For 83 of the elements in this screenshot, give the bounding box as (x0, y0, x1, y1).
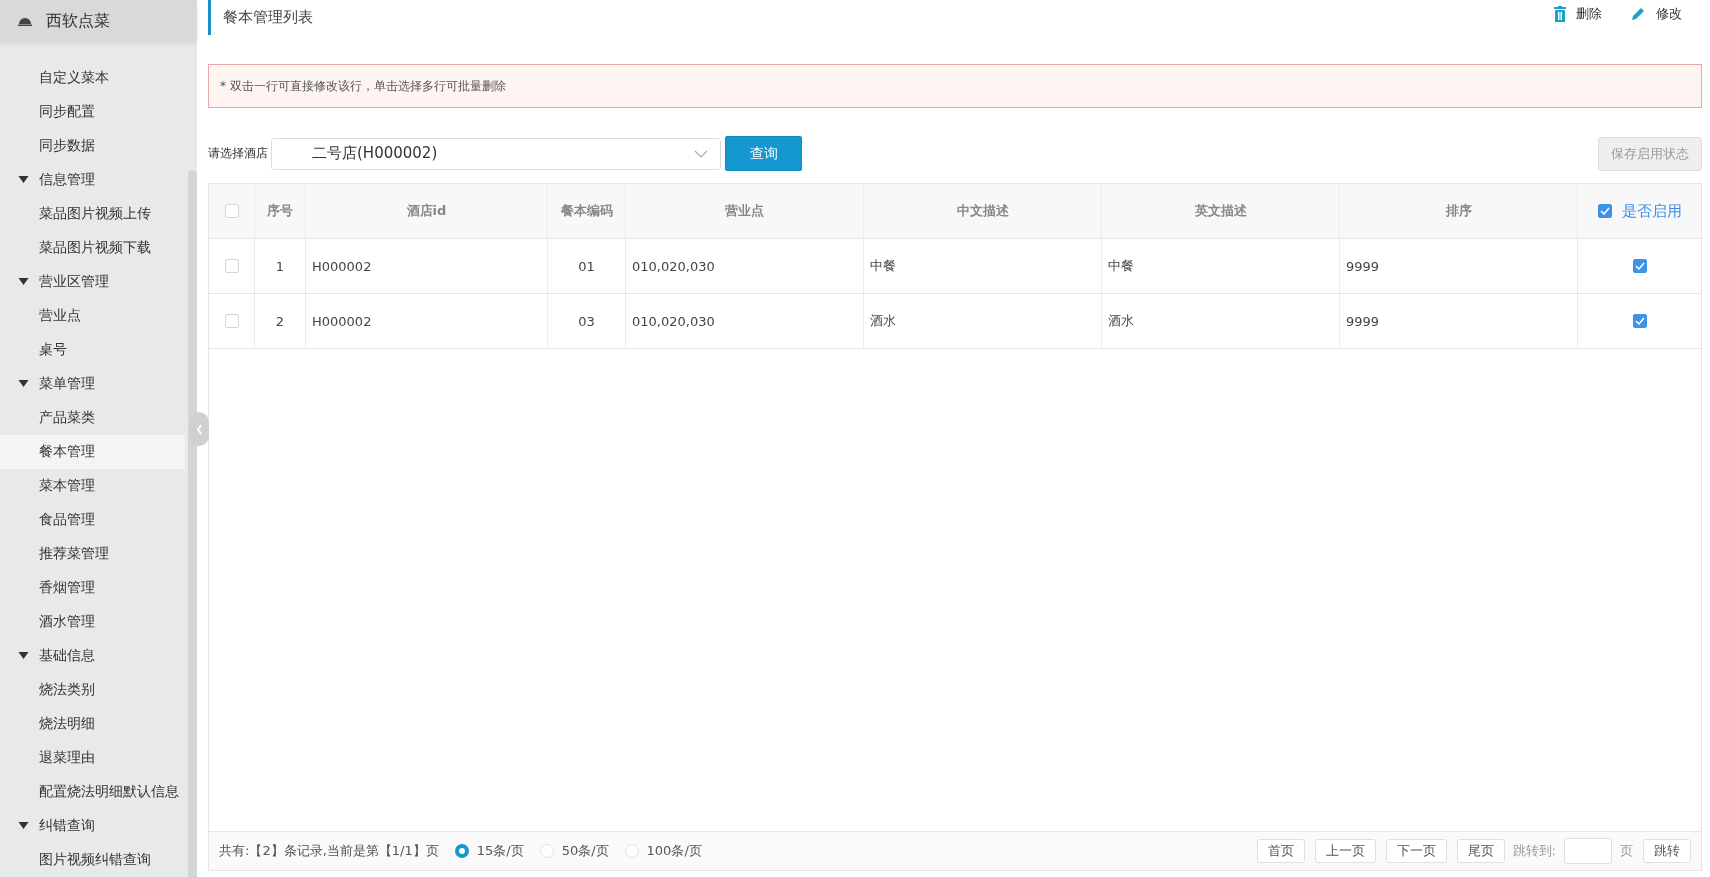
cloche-icon (18, 16, 32, 26)
row-checkbox[interactable] (224, 314, 239, 328)
hotel-label: 请选择酒店 (208, 145, 268, 162)
page-button[interactable]: 下一页 (1385, 839, 1447, 863)
table-cell: 酒水 (870, 312, 896, 330)
page-size-label[interactable]: 15条/页 (476, 842, 524, 860)
column-header: 是否启用 (1621, 201, 1682, 221)
menu-group[interactable]: 纠错查询 (0, 809, 185, 843)
menu-group[interactable]: 营业区管理 (0, 265, 185, 299)
caret-down-icon (18, 652, 29, 660)
menu-item[interactable]: 产品菜类 (0, 401, 185, 435)
menu-group[interactable]: 菜单管理 (0, 367, 185, 401)
jump-button[interactable]: 跳转 (1643, 839, 1691, 863)
checkbox[interactable] (1597, 204, 1612, 218)
menu-item[interactable]: 同步数据 (0, 129, 185, 163)
menu-group[interactable]: 信息管理 (0, 163, 185, 197)
menu-item[interactable]: 配置烧法明细默认信息 (0, 775, 185, 809)
column-header: 排序 (1445, 202, 1472, 220)
pencil-icon (1630, 6, 1646, 22)
table-cell: H000002 (312, 258, 372, 274)
menu-item[interactable]: 同步配置 (0, 95, 185, 129)
menu-item[interactable]: 图片视频纠错查询 (0, 843, 185, 877)
menu-item[interactable]: 香烟管理 (0, 571, 185, 605)
collapse-handle[interactable] (189, 412, 209, 446)
page-size-label[interactable]: 50条/页 (561, 842, 609, 860)
table-cell: 9999 (1346, 258, 1380, 274)
page-input[interactable] (1564, 838, 1612, 864)
caret-down-icon (18, 176, 29, 184)
caret-down-icon (18, 278, 29, 286)
column-header: 中文描述 (956, 202, 1009, 220)
table-cell: 酒水 (1108, 312, 1134, 330)
table-cell: 010,020,030 (632, 313, 715, 329)
page-button[interactable]: 首页 (1256, 839, 1305, 863)
menu-item[interactable]: 菜品图片视频下载 (0, 231, 185, 265)
menu-item[interactable]: 自定义菜本 (0, 61, 185, 95)
column-header: 酒店id (406, 202, 447, 220)
caret-down-icon (18, 822, 29, 830)
table-cell: 010,020,030 (632, 258, 715, 274)
notice-banner: * 双击一行可直接修改该行，单击选择多行可批量删除 (208, 64, 1702, 108)
edit-button[interactable]: 修改 (1628, 3, 1684, 25)
table-cell: 01 (578, 258, 595, 274)
column-header: 营业点 (725, 202, 764, 220)
table-cell: 中餐 (1108, 257, 1134, 275)
page-button[interactable]: 尾页 (1456, 839, 1505, 863)
menu-item[interactable]: 菜本管理 (0, 469, 185, 503)
table-cell: H000002 (312, 313, 372, 329)
chevron-down-icon (694, 149, 708, 158)
scrollbar[interactable] (188, 170, 197, 877)
menu-item[interactable]: 桌号 (0, 333, 185, 367)
record-summary: 共有:【2】条记录,当前是第【1/1】页 (219, 842, 439, 860)
page-button[interactable]: 上一页 (1314, 839, 1376, 863)
caret-down-icon (18, 380, 29, 388)
jump-label: 跳转到: (1512, 842, 1556, 860)
table-cell: 2 (275, 313, 285, 329)
menu-item[interactable]: 食品管理 (0, 503, 185, 537)
menu-item[interactable]: 烧法类别 (0, 673, 185, 707)
menu-group[interactable]: 基础信息 (0, 639, 185, 673)
delete-button[interactable]: 删除 (1552, 3, 1604, 25)
page-title: 餐本管理列表 (208, 0, 313, 35)
table-cell: 9999 (1346, 313, 1380, 329)
enabled-checkbox[interactable] (1632, 259, 1647, 273)
menu-item[interactable]: 酒水管理 (0, 605, 185, 639)
menu-item[interactable]: 营业点 (0, 299, 185, 333)
page-unit: 页 (1620, 842, 1633, 860)
table-cell: 中餐 (870, 257, 896, 275)
table-cell: 1 (275, 258, 285, 274)
menu-item[interactable]: 烧法明细 (0, 707, 185, 741)
table-cell: 03 (578, 313, 595, 329)
hotel-select[interactable]: 二号店(H000002) (271, 137, 721, 170)
column-header: 英文描述 (1194, 202, 1247, 220)
app-title: 西软点菜 (46, 10, 110, 32)
radio-button[interactable] (454, 844, 469, 858)
column-header: 序号 (267, 202, 293, 220)
trash-icon (1554, 6, 1566, 22)
page-size-label[interactable]: 100条/页 (646, 842, 702, 860)
menu-item[interactable]: 菜品图片视频上传 (0, 197, 185, 231)
menu-item[interactable]: 推荐菜管理 (0, 537, 185, 571)
row-checkbox[interactable] (224, 259, 239, 273)
menu-item[interactable]: 餐本管理 (0, 435, 185, 469)
menu-item[interactable]: 退菜理由 (0, 741, 185, 775)
column-header: 餐本编码 (560, 202, 613, 220)
chevron-left-icon (195, 423, 203, 435)
enabled-checkbox[interactable] (1632, 314, 1647, 328)
